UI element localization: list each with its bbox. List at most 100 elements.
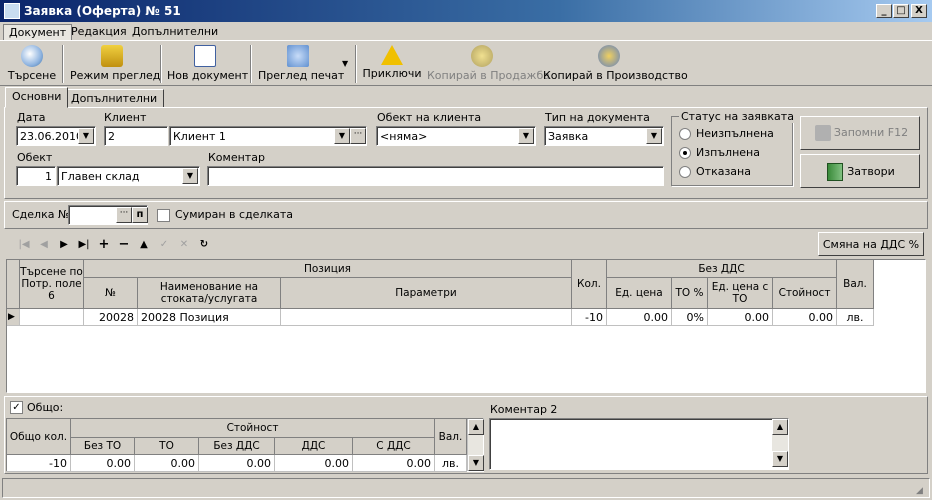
copy-to-sale-button[interactable]: Копирай в Продажба: [427, 43, 550, 85]
col-search-by[interactable]: Търсене по Потр. поле 6: [20, 260, 84, 309]
col-name[interactable]: Наименование на стоката/услугата: [138, 278, 281, 309]
title-bar: Заявка (Оферта) № 51 _ □ X: [0, 0, 932, 22]
cell-search[interactable]: [20, 309, 84, 326]
doc-type-dropdown-icon[interactable]: ▼: [646, 128, 662, 144]
object-code-value: 1: [45, 170, 52, 183]
menu-document[interactable]: Документ: [3, 24, 73, 41]
totals-scrollbar[interactable]: ▲ ▼: [467, 419, 484, 471]
add-icon[interactable]: +: [96, 238, 112, 252]
totals-grid[interactable]: Общо кол. Стойност Без ТО ТО Без ДДС ДДС…: [6, 418, 484, 472]
status-option-label: Отказана: [696, 165, 751, 178]
maximize-button[interactable]: □: [893, 4, 909, 18]
last-icon[interactable]: ▶|: [76, 238, 92, 252]
tab-main[interactable]: Основни: [5, 87, 69, 108]
object-name-field[interactable]: Главен склад: [57, 166, 200, 186]
print-preview-button[interactable]: Преглед печат: [258, 43, 344, 85]
col-currency[interactable]: Вал.: [837, 260, 874, 309]
client-object-value: <няма>: [380, 130, 428, 143]
col-qty[interactable]: Кол.: [572, 260, 607, 309]
scroll-down-icon[interactable]: ▼: [772, 451, 788, 467]
comment2-scrollbar[interactable]: ▲ ▼: [772, 419, 788, 467]
next-icon[interactable]: ▶: [56, 238, 72, 252]
col-no-vat: Без ДДС: [199, 438, 275, 455]
total-no-to-value: 0.00: [71, 455, 135, 472]
cell-params[interactable]: [281, 309, 572, 326]
col-currency: Вал.: [435, 419, 467, 455]
menu-edit[interactable]: Редакция: [66, 24, 132, 39]
dropdown-arrow-icon[interactable]: ▼: [342, 59, 348, 68]
app-icon: [4, 3, 20, 19]
cell-unit-price-to[interactable]: 0.00: [708, 309, 773, 326]
resize-grip-icon[interactable]: ◢: [916, 486, 923, 496]
save-button[interactable]: Запомни F12: [800, 116, 920, 150]
finish-button[interactable]: Приключи: [362, 43, 422, 85]
col-value[interactable]: Стойност: [773, 278, 837, 309]
summed-label: Сумиран в сделката: [175, 208, 294, 221]
new-document-button[interactable]: Нов документ: [167, 43, 248, 85]
minimize-button[interactable]: _: [876, 4, 892, 18]
tab-additional[interactable]: Допълнителни: [64, 89, 165, 108]
totals-checkbox[interactable]: ✓: [10, 401, 23, 414]
client-object-field[interactable]: <няма>: [376, 126, 536, 146]
copy-to-production-button[interactable]: Копирай в Производство: [543, 43, 688, 85]
toolbar-separator: [160, 45, 162, 83]
client-browse-icon[interactable]: ···: [350, 128, 366, 144]
comment2-field[interactable]: ▲ ▼: [489, 418, 789, 470]
cell-qty[interactable]: -10: [572, 309, 607, 326]
col-to-pct[interactable]: ТО %: [672, 278, 708, 309]
scroll-down-icon[interactable]: ▼: [468, 455, 484, 471]
deal-clear-icon[interactable]: п: [132, 207, 148, 223]
scroll-up-icon[interactable]: ▲: [468, 419, 484, 435]
table-row[interactable]: ▶ 20028 20028 Позиция -10 0.00 0% 0.00 0…: [7, 309, 874, 326]
new-document-icon: [194, 45, 216, 67]
col-total-qty: Общо кол.: [7, 419, 71, 455]
menu-additional[interactable]: Допълнителни: [127, 24, 223, 39]
close-button[interactable]: Затвори: [800, 154, 920, 188]
col-unit-price-to[interactable]: Ед. цена с ТО: [708, 278, 773, 309]
cancel-icon[interactable]: ✕: [176, 238, 192, 252]
col-with-vat: С ДДС: [353, 438, 435, 455]
delete-icon[interactable]: −: [116, 238, 132, 252]
cell-no[interactable]: 20028: [84, 309, 138, 326]
cell-unit-price[interactable]: 0.00: [607, 309, 672, 326]
cell-name[interactable]: 20028 Позиция: [138, 309, 281, 326]
up-icon[interactable]: ▲: [136, 238, 152, 252]
prev-icon[interactable]: ◀: [36, 238, 52, 252]
deal-browse-icon[interactable]: ···: [116, 207, 132, 223]
cell-currency[interactable]: лв.: [837, 309, 874, 326]
floppy-icon: [815, 125, 831, 141]
view-mode-button[interactable]: Режим преглед: [70, 43, 160, 85]
scroll-up-icon[interactable]: ▲: [772, 419, 788, 435]
toolbar-separator: [250, 45, 252, 83]
deal-label: Сделка №: [12, 208, 70, 221]
vat-change-button[interactable]: Смяна на ДДС %: [818, 232, 924, 256]
client-name-value: Клиент 1: [173, 130, 226, 143]
refresh-icon[interactable]: ↻: [196, 238, 212, 252]
date-dropdown-icon[interactable]: ▼: [78, 128, 94, 144]
object-code-field[interactable]: 1: [16, 166, 56, 186]
client-dropdown-icon[interactable]: ▼: [334, 128, 350, 144]
search-button[interactable]: Търсене: [6, 43, 58, 85]
client-code-field[interactable]: 2: [104, 126, 168, 146]
total-with-vat-value: 0.00: [353, 455, 435, 472]
col-group-no-vat: Без ДДС: [607, 260, 837, 278]
object-dropdown-icon[interactable]: ▼: [182, 168, 198, 184]
menu-bar: Документ Редакция Допълнителни: [0, 22, 932, 41]
status-radio-declined[interactable]: [679, 166, 691, 178]
cell-to-pct[interactable]: 0%: [672, 309, 708, 326]
status-radio-fulfilled[interactable]: [679, 147, 691, 159]
col-no[interactable]: №: [84, 278, 138, 309]
first-icon[interactable]: |◀: [16, 238, 32, 252]
client-code-value: 2: [108, 130, 115, 143]
close-window-button[interactable]: X: [911, 4, 927, 18]
col-unit-price[interactable]: Ед. цена: [607, 278, 672, 309]
row-indicator-header: [7, 260, 20, 309]
comment-field[interactable]: [207, 166, 664, 186]
client-object-dropdown-icon[interactable]: ▼: [518, 128, 534, 144]
items-grid[interactable]: Търсене по Потр. поле 6 Позиция № Наимен…: [6, 259, 926, 393]
cell-value[interactable]: 0.00: [773, 309, 837, 326]
status-radio-unfulfilled[interactable]: [679, 128, 691, 140]
confirm-icon[interactable]: ✓: [156, 238, 172, 252]
col-params[interactable]: Параметри: [281, 278, 572, 309]
summed-checkbox[interactable]: [157, 209, 170, 222]
